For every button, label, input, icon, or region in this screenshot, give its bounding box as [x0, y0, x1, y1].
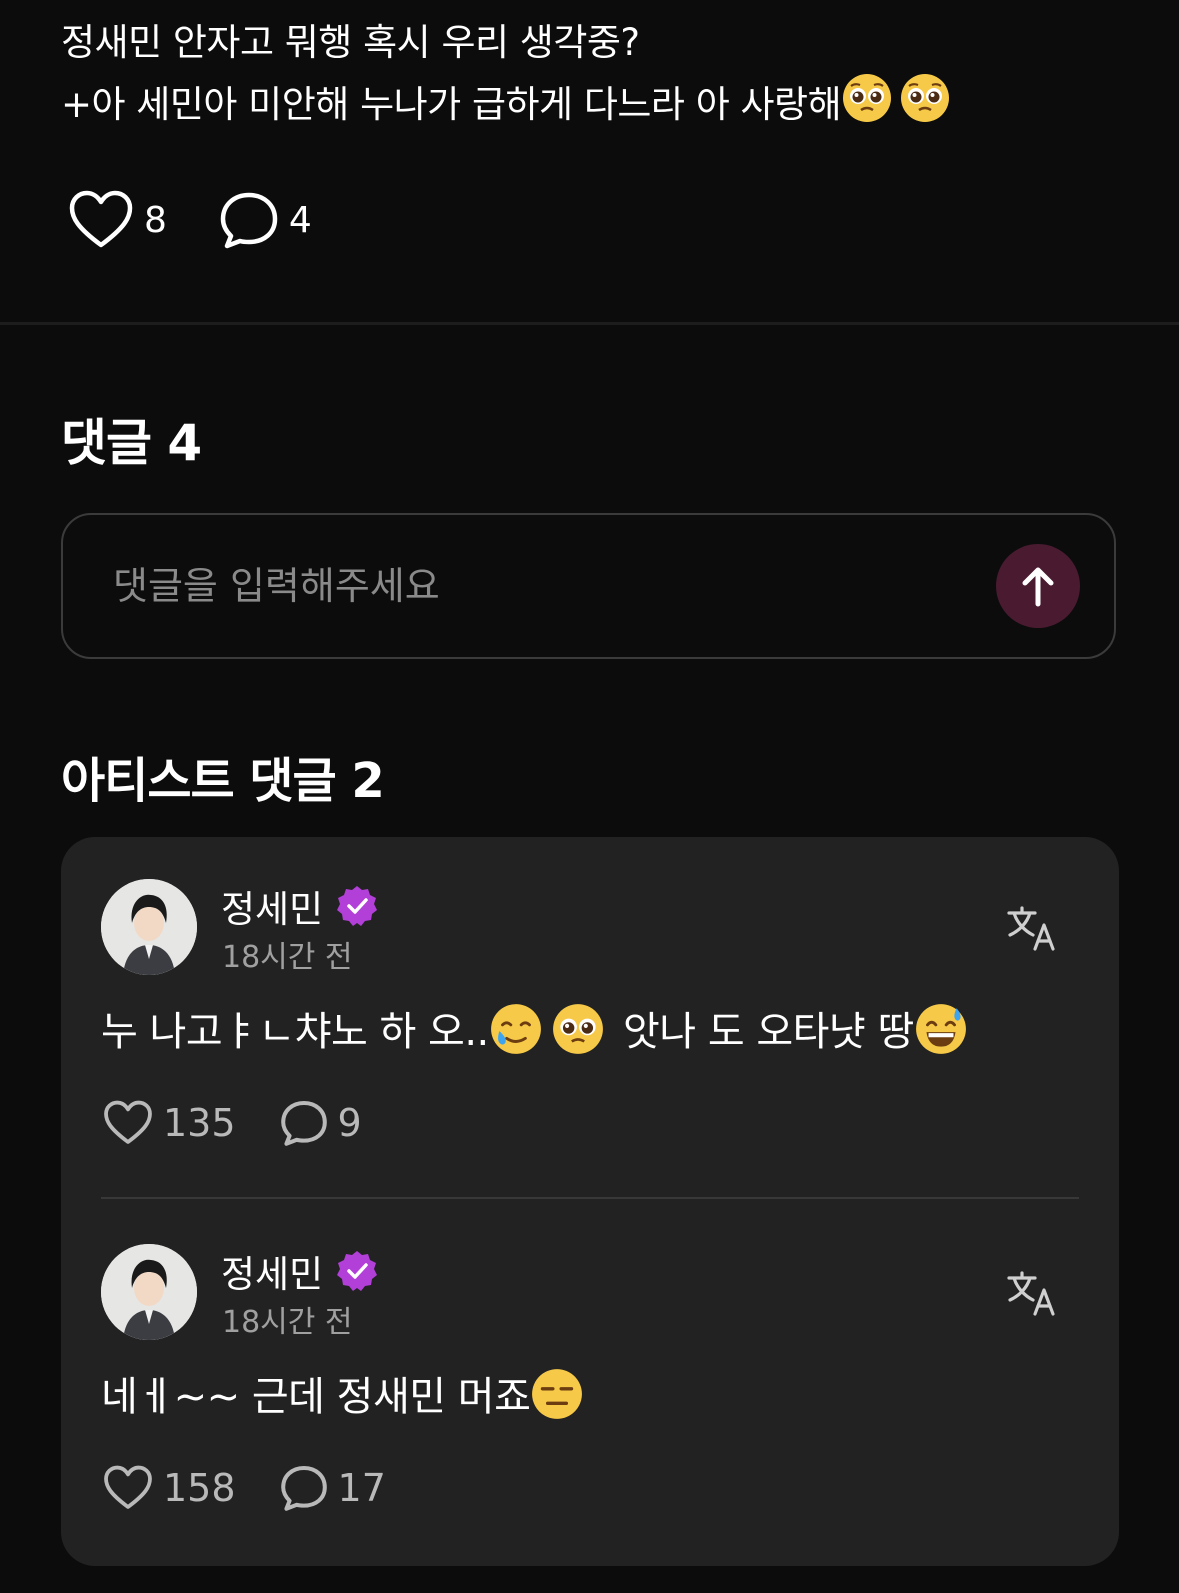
- post-like-button[interactable]: 8: [68, 190, 167, 250]
- comment-like-count: 135: [163, 1101, 236, 1145]
- commenter-name: 정세민: [221, 1244, 379, 1298]
- translate-icon: [1007, 1271, 1055, 1316]
- artist-comment: 정세민 18시간 전 네ㅔ~~ 근데 정새민 머죠 158 17: [61, 1202, 1119, 1557]
- comment-bubble-icon: [280, 1466, 327, 1511]
- comment-like-button[interactable]: 158: [103, 1465, 236, 1511]
- comment-reply-count: 9: [337, 1101, 362, 1145]
- post-body: 정새민 안자고 뭐행 혹시 우리 생각중? +아 세민아 미안해 누나가 급하게…: [61, 14, 1141, 141]
- comment-actions: 158 17: [103, 1464, 430, 1512]
- translate-button[interactable]: [1007, 1270, 1057, 1320]
- pleading-face-emoji: [841, 72, 893, 141]
- comment-reply-count: 17: [337, 1466, 386, 1510]
- post-text-line-2: +아 세민아 미안해 누나가 급하게 다느라 아 사랑해: [61, 72, 1141, 141]
- comment-text: 네ㅔ~~ 근데 정새민 머죠: [101, 1364, 584, 1431]
- comment-time: 18시간 전: [222, 940, 353, 975]
- comments-title: 댓글 4: [61, 414, 202, 472]
- post-actions: 8 4: [68, 190, 364, 250]
- pleading-face-emoji: [899, 72, 951, 141]
- comment-like-count: 158: [163, 1466, 236, 1510]
- avatar[interactable]: [101, 879, 197, 975]
- expressionless-face-emoji: [530, 1367, 584, 1431]
- comment-text-part-b: 앗나 도 오타냣 땅: [623, 1009, 914, 1055]
- artist-comment: 정세민 18시간 전 누 나고ㅑㄴ챠노 하 오.. 앗나 도 오타냣 땅 135: [61, 837, 1119, 1199]
- comment-bubble-icon: [220, 192, 278, 249]
- comment-divider: [101, 1197, 1079, 1199]
- comment-time: 18시간 전: [222, 1305, 353, 1340]
- commenter-name-text: 정세민: [221, 1253, 324, 1296]
- comment-input-box: [61, 513, 1116, 659]
- comment-text: 누 나고ㅑㄴ챠노 하 오.. 앗나 도 오타냣 땅: [101, 999, 968, 1066]
- avatar[interactable]: [101, 1244, 197, 1340]
- comment-reply-button[interactable]: 9: [280, 1099, 362, 1147]
- post-comment-count: 4: [288, 199, 312, 241]
- post-like-count: 8: [144, 199, 167, 241]
- verified-badge-icon: [337, 886, 378, 926]
- post-text-line-2-text: +아 세민아 미안해 누나가 급하게 다느라 아 사랑해: [61, 83, 842, 126]
- artist-comments-title: 아티스트 댓글 2: [61, 753, 385, 809]
- comment-like-button[interactable]: 135: [103, 1100, 236, 1146]
- post-comment-button[interactable]: 4: [219, 190, 312, 250]
- heart-icon: [104, 1100, 152, 1144]
- comment-text-part-a: 누 나고ㅑㄴ챠노 하 오..: [101, 1009, 489, 1055]
- section-divider: [0, 322, 1179, 325]
- pleading-face-emoji: [551, 1002, 605, 1066]
- translate-button[interactable]: [1007, 905, 1057, 955]
- comment-input[interactable]: [111, 555, 915, 617]
- comment-text-part-a: 네ㅔ~~ 근데 정새민 머죠: [101, 1374, 531, 1420]
- translate-icon: [1007, 906, 1055, 951]
- send-comment-button[interactable]: [996, 544, 1080, 628]
- heart-icon: [104, 1465, 152, 1509]
- verified-badge-icon: [337, 1251, 378, 1291]
- artist-comments-card: 정세민 18시간 전 누 나고ㅑㄴ챠노 하 오.. 앗나 도 오타냣 땅 135: [61, 837, 1119, 1566]
- arrow-up-icon: [1022, 567, 1054, 607]
- commenter-name: 정세민: [221, 879, 379, 933]
- grinning-face-with-sweat-emoji: [914, 1002, 968, 1066]
- commenter-name-text: 정세민: [221, 888, 324, 931]
- comment-bubble-icon: [280, 1101, 327, 1146]
- comment-reply-button[interactable]: 17: [280, 1464, 386, 1512]
- post-text-line-1: 정새민 안자고 뭐행 혹시 우리 생각중?: [61, 21, 640, 64]
- comment-actions: 135 9: [103, 1099, 406, 1147]
- heart-icon: [69, 190, 133, 248]
- smiling-face-with-tear-emoji: [489, 1002, 543, 1066]
